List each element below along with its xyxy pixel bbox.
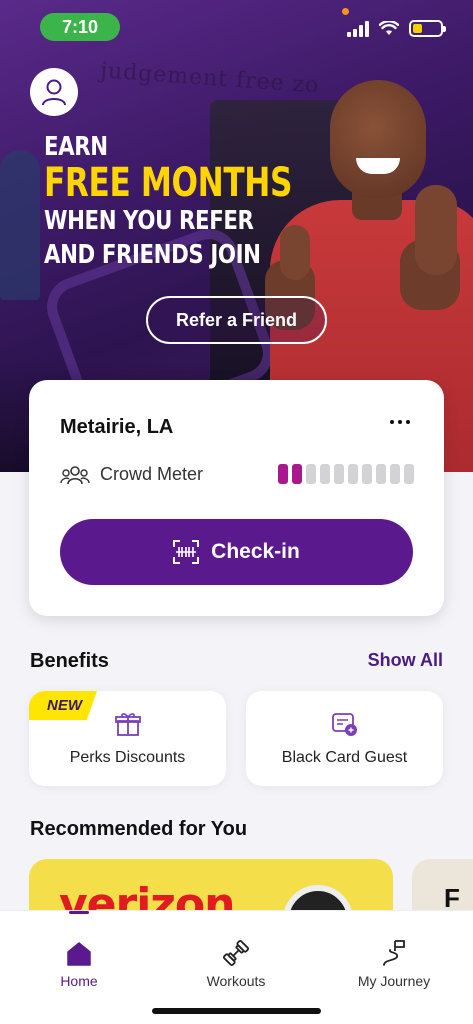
tab-workouts-label: Workouts bbox=[206, 973, 266, 989]
crowd-meter-segment bbox=[362, 464, 372, 484]
status-icons bbox=[347, 20, 446, 37]
tab-my-journey-label: My Journey bbox=[357, 973, 431, 989]
crowd-meter-bars bbox=[278, 464, 414, 484]
recommended-title: Recommended for You bbox=[30, 818, 248, 840]
status-bar: 7:10 bbox=[0, 0, 473, 54]
battery-icon bbox=[409, 20, 446, 37]
benefits-title: Benefits bbox=[30, 650, 109, 672]
home-icon bbox=[19, 935, 139, 967]
background-person bbox=[0, 150, 40, 300]
benefit-label: Perks Discounts bbox=[69, 749, 186, 766]
crowd-meter-segment bbox=[334, 464, 344, 484]
check-in-label: Check-in bbox=[211, 540, 300, 563]
active-tab-indicator bbox=[69, 911, 89, 914]
refer-a-friend-button[interactable]: Refer a Friend bbox=[146, 296, 327, 344]
promo-line-when-you-refer: WHEN YOU REFER bbox=[44, 206, 254, 236]
crowd-meter-segment bbox=[320, 464, 330, 484]
crowd-meter-segment bbox=[390, 464, 400, 484]
more-options-icon[interactable] bbox=[390, 420, 410, 424]
crowd-meter-segment bbox=[348, 464, 358, 484]
privacy-indicator-dot bbox=[342, 8, 349, 15]
tab-my-journey[interactable]: My Journey bbox=[334, 935, 454, 989]
crowd-meter-segment bbox=[278, 464, 288, 484]
gym-location: Metairie, LA bbox=[60, 416, 174, 438]
crowd-meter-label: Crowd Meter bbox=[60, 464, 203, 485]
wifi-icon bbox=[379, 21, 399, 35]
cellular-signal-icon bbox=[347, 20, 369, 37]
dumbbell-icon bbox=[176, 935, 296, 967]
check-in-button[interactable]: Check-in bbox=[60, 519, 413, 585]
bottom-tab-bar: Home Workouts My Journey bbox=[0, 910, 473, 1024]
show-all-benefits-link[interactable]: Show All bbox=[368, 650, 443, 671]
home-gym-card: Metairie, LA Crowd Meter Check-in bbox=[29, 380, 444, 616]
crowd-meter-segment bbox=[404, 464, 414, 484]
crowd-meter-text: Crowd Meter bbox=[100, 464, 204, 484]
new-badge: NEW bbox=[29, 691, 97, 720]
status-time: 7:10 bbox=[40, 13, 120, 41]
promo-line-friends-join: AND FRIENDS JOIN bbox=[44, 240, 261, 270]
people-group-icon bbox=[60, 465, 90, 484]
barcode-scan-icon bbox=[173, 540, 200, 564]
crowd-meter-segment bbox=[376, 464, 386, 484]
home-indicator bbox=[152, 1008, 321, 1014]
benefit-card-black-card-guest[interactable]: Black Card Guest bbox=[246, 691, 443, 786]
user-icon bbox=[42, 79, 66, 106]
crowd-meter-segment bbox=[292, 464, 302, 484]
benefit-label: Black Card Guest bbox=[281, 749, 408, 766]
guest-pass-icon bbox=[331, 711, 359, 742]
crowd-meter-segment bbox=[306, 464, 316, 484]
tab-workouts[interactable]: Workouts bbox=[176, 935, 296, 989]
referral-promo-text: EARN FREE MONTHS WHEN YOU REFER AND FRIE… bbox=[44, 132, 362, 272]
benefit-card-perks-discounts[interactable]: NEW Perks Discounts bbox=[29, 691, 226, 786]
journey-icon bbox=[334, 935, 454, 967]
tab-home-label: Home bbox=[60, 973, 98, 989]
promo-line-earn: EARN bbox=[44, 132, 108, 162]
tab-home[interactable]: Home bbox=[19, 935, 139, 989]
profile-avatar-button[interactable] bbox=[30, 68, 78, 116]
gift-icon bbox=[114, 711, 141, 742]
promo-line-free-months: FREE MONTHS bbox=[44, 160, 293, 206]
